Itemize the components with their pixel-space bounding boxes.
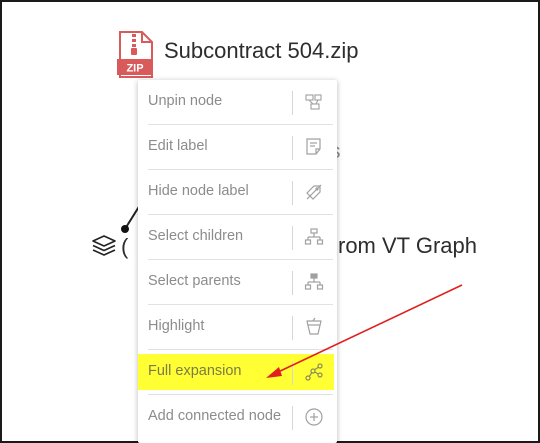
red-annotation-arrow (266, 284, 463, 378)
